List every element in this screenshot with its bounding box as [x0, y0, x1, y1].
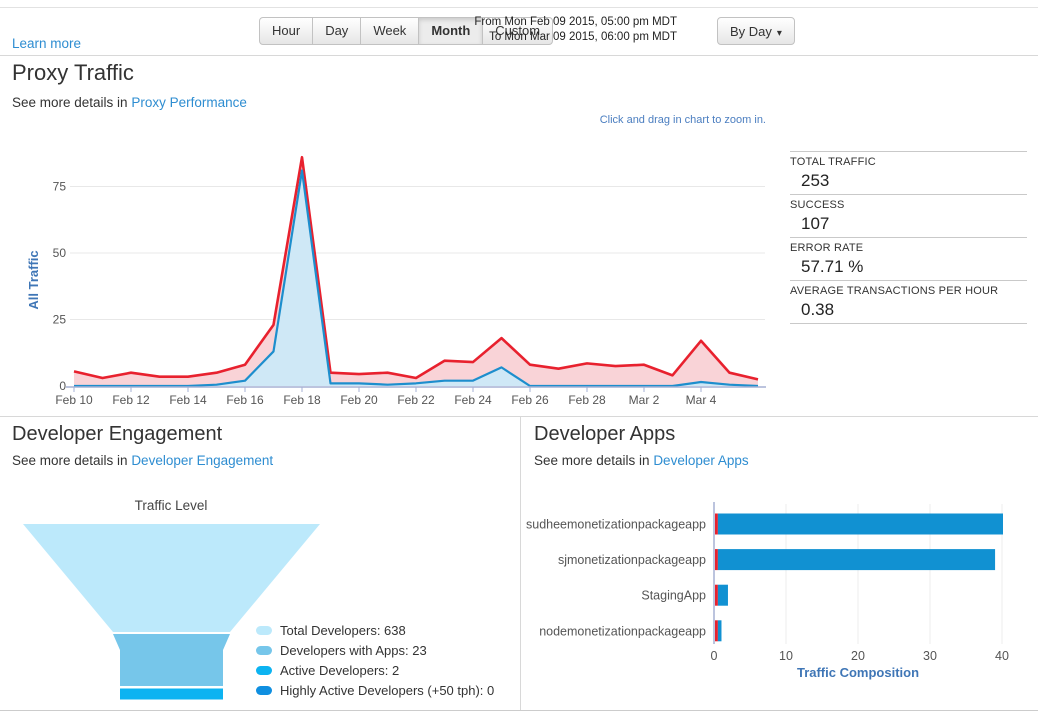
proxy-traffic-chart[interactable]: Feb 10 Feb 12 Feb 14 Feb 16 Feb 18 Feb 20 Feb … — [0, 140, 780, 412]
developer-apps-link[interactable]: Developer Apps — [653, 453, 748, 468]
range-button-hour[interactable]: Hour — [259, 17, 313, 45]
svg-text:Feb 22: Feb 22 — [397, 393, 435, 407]
svg-text:Mar 4: Mar 4 — [686, 393, 717, 407]
legend-swatch — [256, 626, 272, 635]
traffic-stats-panel: TOTAL TRAFFIC 253 SUCCESS 107 ERROR RATE… — [790, 151, 1027, 324]
svg-text:Feb 20: Feb 20 — [340, 393, 378, 407]
toolbar: Learn more Hour Day Week Month Custom Fr… — [0, 0, 1038, 56]
stat-error-rate: ERROR RATE 57.71 % — [790, 238, 1027, 281]
chart-zoom-hint: Click and drag in chart to zoom in. — [600, 114, 766, 126]
svg-text:Feb 10: Feb 10 — [55, 393, 93, 407]
group-by-label: By Day — [730, 24, 772, 39]
proxy-traffic-subtitle: See more details in Proxy Performance — [12, 95, 247, 110]
top-divider — [0, 7, 1038, 8]
svg-text:Mar 2: Mar 2 — [629, 393, 660, 407]
svg-text:25: 25 — [53, 313, 67, 327]
svg-text:75: 75 — [53, 180, 67, 194]
developer-apps-section: Developer Apps See more details in Devel… — [520, 417, 1038, 710]
stat-success: SUCCESS 107 — [790, 195, 1027, 238]
bottom-panels: Developer Engagement See more details in… — [0, 416, 1038, 710]
legend-item: Total Developers: 638 — [256, 623, 494, 638]
see-more-text: See more details in — [12, 453, 131, 468]
developer-apps-bar-chart[interactable]: sudheemonetizationpackageapp sjmonetizati… — [521, 496, 1038, 686]
funnel-legend: Total Developers: 638 Developers with App… — [256, 623, 494, 703]
svg-text:40: 40 — [995, 649, 1009, 663]
stat-total-traffic: TOTAL TRAFFIC 253 — [790, 152, 1027, 195]
svg-text:nodemonetizationpackageapp: nodemonetizationpackageapp — [539, 624, 706, 638]
date-range-text: From Mon Feb 09 2015, 05:00 pm MDT To Mo… — [474, 15, 677, 44]
svg-text:sjmonetizationpackageapp: sjmonetizationpackageapp — [558, 553, 706, 567]
legend-label: Developers with Apps: 23 — [280, 643, 427, 658]
developer-engagement-subtitle: See more details in Developer Engagement — [12, 453, 273, 468]
legend-label: Highly Active Developers (+50 tph): 0 — [280, 683, 494, 698]
legend-swatch — [256, 666, 272, 675]
bottom-divider — [0, 710, 1038, 711]
see-more-text: See more details in — [12, 95, 131, 110]
legend-swatch — [256, 686, 272, 695]
svg-text:Feb 18: Feb 18 — [283, 393, 321, 407]
svg-text:10: 10 — [779, 649, 793, 663]
svg-text:sudheemonetizationpackageapp: sudheemonetizationpackageapp — [526, 518, 706, 532]
proxy-traffic-title: Proxy Traffic — [12, 60, 134, 86]
caret-down-icon: ▾ — [777, 28, 782, 39]
learn-more-link[interactable]: Learn more — [12, 36, 81, 51]
date-from-label: From Mon Feb 09 2015, 05:00 pm MDT — [474, 15, 677, 30]
svg-text:Feb 16: Feb 16 — [226, 393, 264, 407]
svg-text:Traffic Composition: Traffic Composition — [797, 665, 919, 680]
svg-text:Feb 24: Feb 24 — [454, 393, 492, 407]
legend-swatch — [256, 646, 272, 655]
svg-text:Traffic Level: Traffic Level — [135, 498, 208, 513]
svg-text:Feb 14: Feb 14 — [169, 393, 207, 407]
developer-engagement-link[interactable]: Developer Engagement — [131, 453, 273, 468]
legend-label: Active Developers: 2 — [280, 663, 399, 678]
svg-text:StagingApp: StagingApp — [641, 589, 706, 603]
svg-text:0: 0 — [59, 379, 66, 393]
svg-text:Feb 12: Feb 12 — [112, 393, 150, 407]
svg-text:30: 30 — [923, 649, 937, 663]
developer-apps-title: Developer Apps — [534, 423, 675, 446]
legend-item: Developers with Apps: 23 — [256, 643, 494, 658]
see-more-text: See more details in — [534, 453, 653, 468]
developer-engagement-title: Developer Engagement — [12, 423, 222, 446]
range-button-week[interactable]: Week — [360, 17, 419, 45]
svg-text:Feb 28: Feb 28 — [568, 393, 606, 407]
svg-text:Feb 26: Feb 26 — [511, 393, 549, 407]
range-button-day[interactable]: Day — [312, 17, 361, 45]
legend-item: Active Developers: 2 — [256, 663, 494, 678]
date-to-label: To Mon Mar 09 2015, 06:00 pm MDT — [474, 30, 677, 45]
svg-text:20: 20 — [851, 649, 865, 663]
legend-label: Total Developers: 638 — [280, 623, 406, 638]
proxy-performance-link[interactable]: Proxy Performance — [131, 95, 247, 110]
proxy-traffic-section: Proxy Traffic See more details in Proxy … — [0, 56, 1038, 415]
stat-avg-tph: AVERAGE TRANSACTIONS PER HOUR 0.38 — [790, 281, 1027, 324]
svg-text:50: 50 — [53, 246, 67, 260]
developer-engagement-section: Developer Engagement See more details in… — [0, 417, 520, 710]
developer-apps-subtitle: See more details in Developer Apps — [534, 453, 749, 468]
group-by-dropdown[interactable]: By Day ▾ — [717, 17, 795, 45]
svg-text:All Traffic: All Traffic — [26, 250, 41, 309]
svg-text:0: 0 — [711, 649, 718, 663]
legend-item: Highly Active Developers (+50 tph): 0 — [256, 683, 494, 698]
